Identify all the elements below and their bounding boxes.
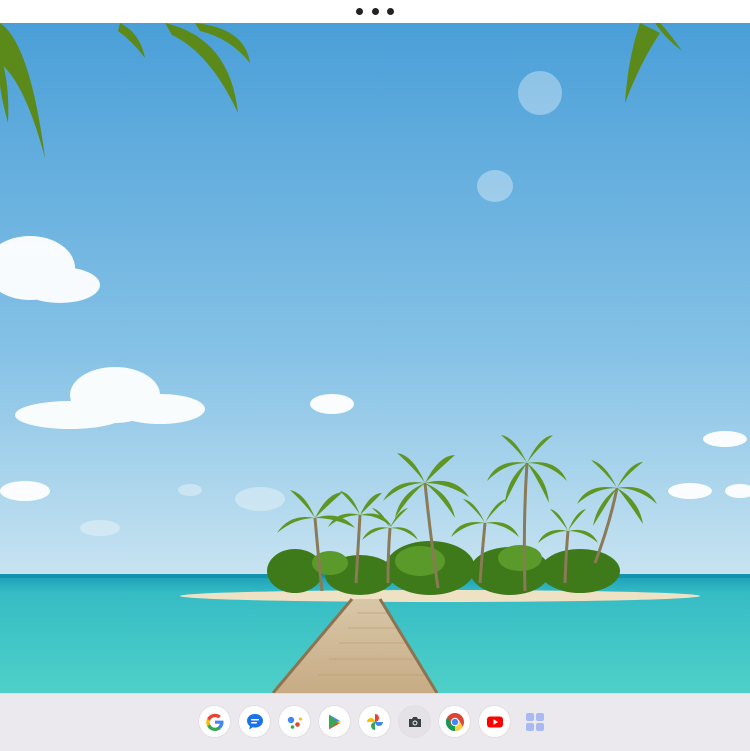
app-dock xyxy=(199,706,550,737)
three-dots-icon[interactable] xyxy=(356,8,394,15)
desktop-wallpaper xyxy=(0,23,750,693)
messages-icon[interactable] xyxy=(239,706,270,737)
launcher-icon[interactable] xyxy=(519,706,550,737)
chrome-icon[interactable] xyxy=(439,706,470,737)
shelf xyxy=(0,693,750,751)
camera-icon[interactable] xyxy=(399,706,430,737)
top-bar xyxy=(0,0,750,23)
photos-icon[interactable] xyxy=(359,706,390,737)
dot xyxy=(356,8,363,15)
assistant-icon[interactable] xyxy=(279,706,310,737)
youtube-icon[interactable] xyxy=(479,706,510,737)
play-store-icon[interactable] xyxy=(319,706,350,737)
google-icon[interactable] xyxy=(199,706,230,737)
tropical-island-wallpaper xyxy=(0,23,750,693)
dot xyxy=(387,8,394,15)
dot xyxy=(371,8,379,15)
